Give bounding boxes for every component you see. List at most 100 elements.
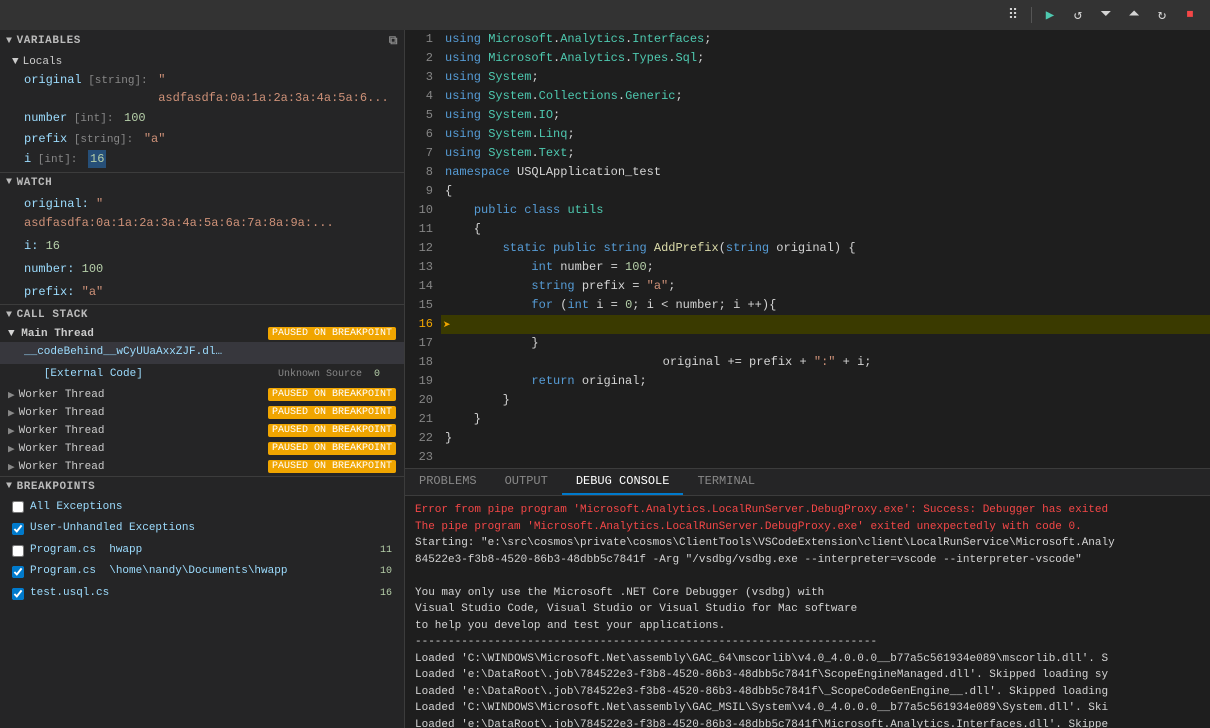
bp-all-exceptions-name: All Exceptions <box>30 499 122 517</box>
console-msg-0: Error from pipe program 'Microsoft.Analy… <box>415 502 1200 519</box>
frame-1-source: Unknown Source <box>278 367 362 383</box>
bp-program-hwapp-checkbox[interactable] <box>12 545 24 557</box>
variables-copy-icon[interactable]: ⧉ <box>389 34 398 48</box>
variables-header[interactable]: ▼ VARIABLES ⧉ <box>0 30 404 52</box>
variables-label: VARIABLES <box>17 35 81 47</box>
var-prefix-type: [string]: <box>67 132 140 149</box>
bp-unhandled-checkbox[interactable] <box>12 523 24 535</box>
ln-21: 21 <box>405 410 433 429</box>
code-line-9: { <box>441 182 1210 201</box>
ln-2: 2 <box>405 49 433 68</box>
console-msg-11: Loaded 'e:\DataRoot\.job\784522e3-f3b8-4… <box>415 684 1200 701</box>
tab-terminal[interactable]: TERMINAL <box>683 469 769 495</box>
bp-program-docs-checkbox[interactable] <box>12 566 24 578</box>
ln-3: 3 <box>405 68 433 87</box>
worker-thread-5[interactable]: ▶ Worker Thread PAUSED ON BREAKPOINT <box>0 458 404 476</box>
worker-4-badge: PAUSED ON BREAKPOINT <box>268 442 396 455</box>
main-thread-header[interactable]: ▼ Main Thread PAUSED ON BREAKPOINT <box>0 325 404 342</box>
code-line-16: ➤ original += prefix + ":" + i; <box>441 315 1210 334</box>
bp-program-hwapp-count: 11 <box>380 543 392 559</box>
step-out-button[interactable]: ⏶ <box>1122 3 1146 27</box>
bp-test-usql-checkbox[interactable] <box>12 588 24 600</box>
code-editor: 1 2 3 4 5 6 7 8 9 10 11 12 13 14 15 16 1 <box>405 30 1210 468</box>
ln-11: 11 <box>405 220 433 239</box>
ln-18: 18 <box>405 353 433 372</box>
variables-expand-icon: ▼ <box>6 36 13 47</box>
code-content: using Microsoft.Analytics.Interfaces; us… <box>441 30 1210 468</box>
ln-13: 13 <box>405 258 433 277</box>
stop-button[interactable]: ⏹ <box>1178 3 1202 27</box>
watch-expand-icon: ▼ <box>6 177 13 188</box>
worker-2-name: Worker Thread <box>19 407 105 419</box>
locals-group-header[interactable]: ▼ Locals <box>0 54 404 70</box>
worker-5-badge: PAUSED ON BREAKPOINT <box>268 460 396 473</box>
line-numbers: 1 2 3 4 5 6 7 8 9 10 11 12 13 14 15 16 1 <box>405 30 441 468</box>
var-prefix: prefix [string]: "a" <box>0 129 404 150</box>
var-i-name: i <box>24 150 31 168</box>
code-line-12: static public string AddPrefix(string or… <box>441 239 1210 258</box>
watch-label: WATCH <box>17 177 53 189</box>
tab-debug-console[interactable]: DEBUG CONSOLE <box>562 469 684 495</box>
ln-12: 12 <box>405 239 433 258</box>
var-original: original [string]: " asdfasdfa:0a:1a:2a:… <box>0 70 404 108</box>
bp-all-exceptions: All Exceptions <box>0 497 404 519</box>
code-lines-container: 1 2 3 4 5 6 7 8 9 10 11 12 13 14 15 16 1 <box>405 30 1210 468</box>
ln-4: 4 <box>405 87 433 106</box>
var-number-name: number <box>24 109 67 127</box>
variables-section: ▼ VARIABLES ⧉ ▼ Locals original [string]… <box>0 30 404 172</box>
ln-19: 19 <box>405 372 433 391</box>
worker-thread-3[interactable]: ▶ Worker Thread PAUSED ON BREAKPOINT <box>0 422 404 440</box>
worker-thread-1[interactable]: ▶ Worker Thread PAUSED ON BREAKPOINT <box>0 386 404 404</box>
code-line-5: using System.IO; <box>441 106 1210 125</box>
code-line-7: using System.Text; <box>441 144 1210 163</box>
bp-all-exceptions-checkbox[interactable] <box>12 501 24 513</box>
worker-5-expand-icon: ▶ <box>8 460 15 474</box>
ln-7: 7 <box>405 144 433 163</box>
ln-20: 20 <box>405 391 433 410</box>
worker-5-name: Worker Thread <box>19 461 105 473</box>
locals-group: ▼ Locals original [string]: " asdfasdfa:… <box>0 52 404 172</box>
var-i: i [int]: 16 <box>0 149 404 170</box>
main-area: ▼ VARIABLES ⧉ ▼ Locals original [string]… <box>0 30 1210 728</box>
code-line-22: } <box>441 429 1210 448</box>
code-line-23 <box>441 448 1210 467</box>
bp-program-docs-count: 10 <box>380 564 392 580</box>
bp-unhandled-name: User-Unhandled Exceptions <box>30 520 195 538</box>
main-thread-group: ▼ Main Thread PAUSED ON BREAKPOINT __cod… <box>0 325 404 385</box>
worker-1-name: Worker Thread <box>19 389 105 401</box>
debug-toolbar: ⠿ ▶ ↺ ⏷ ⏶ ↻ ⏹ <box>0 0 1210 30</box>
code-line-4: using System.Collections.Generic; <box>441 87 1210 106</box>
continue-button[interactable]: ▶ <box>1038 3 1062 27</box>
console-msg-4 <box>415 568 1200 585</box>
callstack-header[interactable]: ▼ CALL STACK <box>0 305 404 325</box>
breakpoints-label: BREAKPOINTS <box>17 481 96 493</box>
code-line-8: namespace USQLApplication_test <box>441 163 1210 182</box>
worker-2-expand-icon: ▶ <box>8 406 15 420</box>
tab-output[interactable]: OUTPUT <box>491 469 562 495</box>
bp-test-usql-count: 16 <box>380 586 392 602</box>
worker-thread-4[interactable]: ▶ Worker Thread PAUSED ON BREAKPOINT <box>0 440 404 458</box>
tab-problems[interactable]: PROBLEMS <box>405 469 491 495</box>
stack-frame-1[interactable]: [External Code] Unknown Source 0 <box>0 364 404 386</box>
frame-1-name: [External Code] <box>24 366 143 384</box>
bp-test-usql: test.usql.cs 16 <box>0 583 404 605</box>
restart-button[interactable]: ↻ <box>1150 3 1174 27</box>
stack-frame-0[interactable]: __codeBehind__wCyUUaAxxZJF.dll!USQLAppli… <box>0 342 404 364</box>
worker-thread-2[interactable]: ▶ Worker Thread PAUSED ON BREAKPOINT <box>0 404 404 422</box>
step-over-button[interactable]: ↺ <box>1066 3 1090 27</box>
code-line-11: { <box>441 220 1210 239</box>
frame-1-line: 0 <box>368 367 380 383</box>
watch-prefix-value: "a" <box>82 285 104 299</box>
bottom-panel: PROBLEMS OUTPUT DEBUG CONSOLE TERMINAL E… <box>405 468 1210 728</box>
code-line-15: for (int i = 0; i < number; i ++){ <box>441 296 1210 315</box>
code-line-6: using System.Linq; <box>441 125 1210 144</box>
console-msg-9: Loaded 'C:\WINDOWS\Microsoft.Net\assembl… <box>415 651 1200 668</box>
watch-header[interactable]: ▼ WATCH <box>0 173 404 193</box>
worker-3-badge: PAUSED ON BREAKPOINT <box>268 424 396 437</box>
code-line-17: } <box>441 334 1210 353</box>
step-into-button[interactable]: ⏷ <box>1094 3 1118 27</box>
breakpoints-header[interactable]: ▼ BREAKPOINTS <box>0 477 404 497</box>
watch-number-value: 100 <box>82 262 104 276</box>
ln-16: 16 <box>405 315 433 334</box>
toolbar-icon-group: ⠿ ▶ ↺ ⏷ ⏶ ↻ ⏹ <box>1001 3 1202 27</box>
